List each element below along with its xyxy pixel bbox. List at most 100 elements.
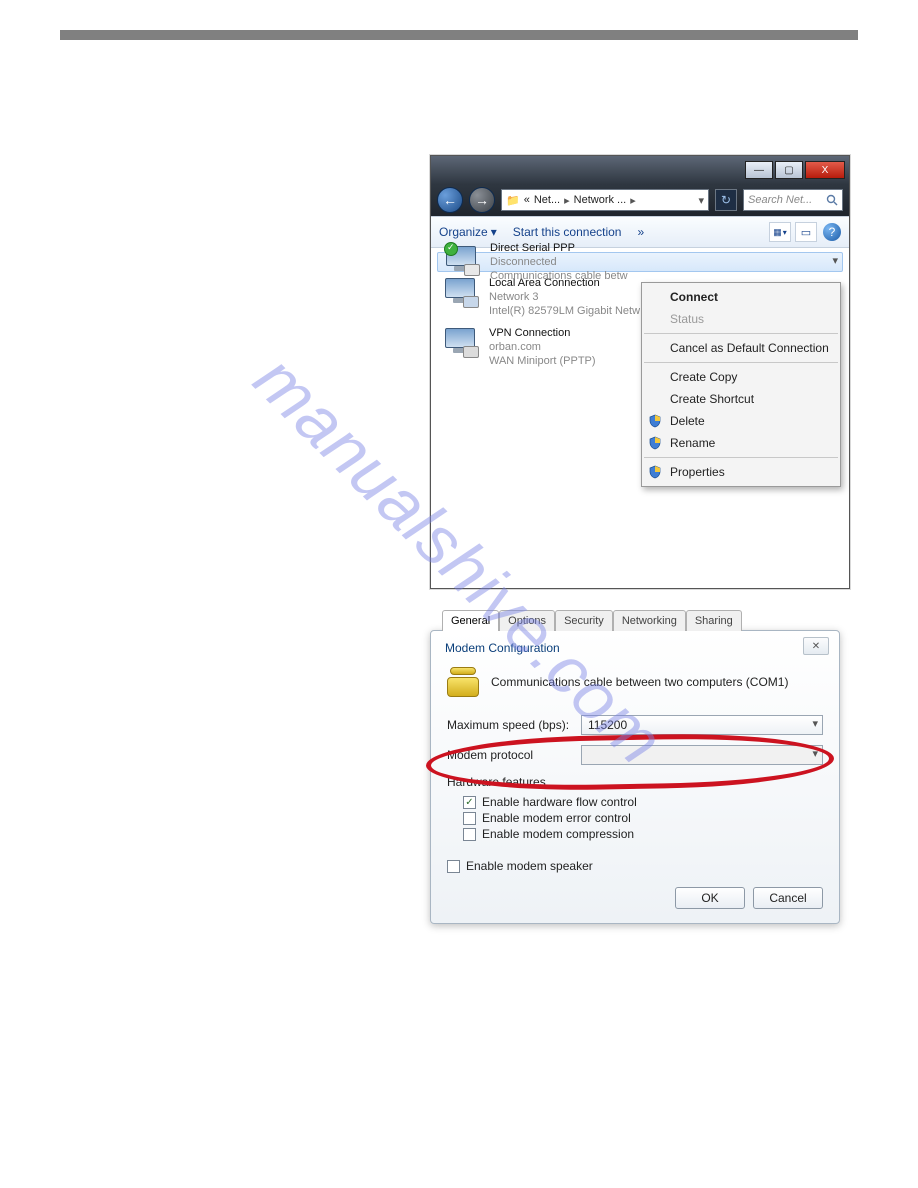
connection-device: Communications cable betw (490, 269, 628, 283)
path-segment[interactable]: Net... (534, 194, 560, 206)
forward-button[interactable]: → (469, 187, 495, 213)
path-sep-icon: ▸ (564, 194, 570, 207)
connection-item-direct-serial[interactable]: Direct Serial PPP Disconnected Communica… (437, 252, 843, 272)
dialog-title: Modem Configuration ✕ (431, 631, 839, 661)
shield-icon (648, 414, 662, 428)
help-button[interactable]: ? (823, 223, 841, 241)
search-placeholder: Search Net... (748, 194, 812, 206)
menu-separator (644, 457, 838, 458)
connection-status: Disconnected (490, 255, 628, 269)
search-input[interactable]: Search Net... (743, 189, 843, 211)
modem-config-window: General Options Security Networking Shar… (430, 609, 840, 924)
folder-icon: 📁 (506, 194, 520, 207)
page-top-rule (60, 30, 858, 40)
connection-device: Intel(R) 82579LM Gigabit Netw (489, 304, 640, 318)
hw-flow-label: Enable hardware flow control (482, 795, 637, 809)
server-icon (463, 346, 479, 358)
dialog-title-text: Modem Configuration (445, 641, 560, 655)
menu-cancel-default[interactable]: Cancel as Default Connection (642, 337, 840, 359)
menu-create-shortcut[interactable]: Create Shortcut (642, 388, 840, 410)
speaker-label: Enable modem speaker (466, 859, 593, 873)
organize-label: Organize (439, 225, 488, 239)
dialog-buttons: OK Cancel (447, 887, 823, 909)
checkbox-icon[interactable] (447, 860, 460, 873)
titlebar: — ▢ X (431, 156, 849, 184)
menu-rename-label: Rename (670, 436, 715, 450)
hardware-features-group: Hardware features ✓ Enable hardware flow… (447, 775, 823, 841)
start-connection-button[interactable]: Start this connection (513, 225, 622, 239)
nic-icon (463, 296, 479, 308)
status-ok-icon (444, 242, 458, 256)
ok-button[interactable]: OK (675, 887, 745, 909)
max-speed-row: Maximum speed (bps): 115200 (447, 715, 823, 735)
search-icon (826, 194, 838, 206)
connection-name: VPN Connection (489, 326, 596, 340)
toolbar-overflow[interactable]: » (637, 225, 644, 239)
close-button[interactable]: X (805, 161, 845, 179)
hw-comp-label: Enable modem compression (482, 827, 634, 841)
menu-delete-label: Delete (670, 414, 705, 428)
hardware-features-title: Hardware features (447, 775, 823, 789)
device-row: Communications cable between two compute… (447, 667, 823, 697)
shield-icon (648, 436, 662, 450)
network-connections-window: — ▢ X ← → 📁 « Net... ▸ Network ... ▸ ▾ ↻… (430, 155, 850, 589)
properties-tabs: General Options Security Networking Shar… (442, 609, 840, 630)
tab-sharing[interactable]: Sharing (686, 610, 742, 631)
modem-protocol-select (581, 745, 823, 765)
minimize-button[interactable]: — (745, 161, 773, 179)
explorer-navbar: ← → 📁 « Net... ▸ Network ... ▸ ▾ ↻ Searc… (431, 184, 849, 216)
checkbox-checked-icon[interactable]: ✓ (463, 796, 476, 809)
speaker-row[interactable]: Enable modem speaker (447, 859, 823, 873)
connection-name: Direct Serial PPP (490, 241, 628, 255)
menu-connect[interactable]: Connect (642, 286, 840, 308)
menu-create-copy[interactable]: Create Copy (642, 366, 840, 388)
tab-general[interactable]: General (442, 610, 499, 631)
checkbox-icon[interactable] (463, 812, 476, 825)
connection-icon (446, 244, 482, 280)
checkbox-icon[interactable] (463, 828, 476, 841)
tab-networking[interactable]: Networking (613, 610, 686, 631)
hw-flow-row[interactable]: ✓ Enable hardware flow control (463, 795, 823, 809)
preview-pane-button[interactable]: ▭ (795, 222, 817, 242)
context-menu: Connect Status Cancel as Default Connect… (641, 282, 841, 487)
device-name: Communications cable between two compute… (491, 675, 788, 689)
path-sep-icon: ▸ (630, 194, 636, 207)
menu-separator (644, 362, 838, 363)
dialog-close-button[interactable]: ✕ (803, 637, 829, 655)
connection-device: WAN Miniport (PPTP) (489, 354, 596, 368)
menu-status: Status (642, 308, 840, 330)
connection-status: orban.com (489, 340, 596, 354)
menu-rename[interactable]: Rename (642, 432, 840, 454)
shield-icon (648, 465, 662, 479)
address-bar[interactable]: 📁 « Net... ▸ Network ... ▸ ▾ (501, 189, 709, 211)
menu-separator (644, 333, 838, 334)
modem-config-dialog: Modem Configuration ✕ Communications cab… (430, 630, 840, 924)
hw-err-row[interactable]: Enable modem error control (463, 811, 823, 825)
modem-protocol-label: Modem protocol (447, 748, 573, 762)
organize-menu[interactable]: Organize ▾ (439, 225, 497, 239)
back-button[interactable]: ← (437, 187, 463, 213)
menu-properties[interactable]: Properties (642, 461, 840, 483)
connection-icon (445, 276, 481, 312)
connections-list: Direct Serial PPP Disconnected Communica… (431, 248, 849, 588)
tab-options[interactable]: Options (499, 610, 555, 631)
max-speed-select[interactable]: 115200 (581, 715, 823, 735)
menu-properties-label: Properties (670, 465, 725, 479)
refresh-button[interactable]: ↻ (715, 189, 737, 211)
hw-comp-row[interactable]: Enable modem compression (463, 827, 823, 841)
connection-icon (445, 326, 481, 362)
dropdown-caret-icon[interactable]: ▾ (698, 194, 704, 207)
view-mode-button[interactable]: ▦▾ (769, 222, 791, 242)
modem-icon (464, 264, 480, 276)
max-speed-label: Maximum speed (bps): (447, 718, 573, 732)
maximize-button[interactable]: ▢ (775, 161, 803, 179)
modem-phone-icon (447, 667, 481, 697)
connection-status: Network 3 (489, 290, 640, 304)
tab-security[interactable]: Security (555, 610, 613, 631)
modem-protocol-row: Modem protocol (447, 745, 823, 765)
path-segment[interactable]: Network ... (574, 194, 627, 206)
path-prefix: « (524, 194, 530, 206)
cancel-button[interactable]: Cancel (753, 887, 823, 909)
caret-down-icon: ▾ (491, 225, 497, 239)
menu-delete[interactable]: Delete (642, 410, 840, 432)
